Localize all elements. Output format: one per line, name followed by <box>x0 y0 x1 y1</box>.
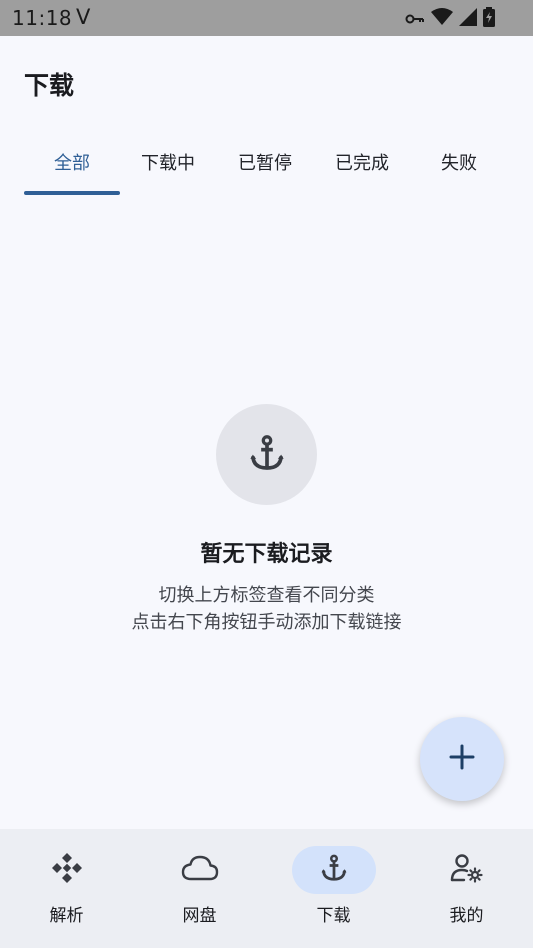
nav-label-download: 下载 <box>316 906 351 926</box>
empty-state-description-line1: 切换上方标签查看不同分类 <box>158 585 375 606</box>
empty-state-title: 暂无下载记录 <box>200 542 333 567</box>
nav-label-parse: 解析 <box>49 906 84 926</box>
status-bar: 11:18 V <box>0 0 533 36</box>
page-title: 下载 <box>24 71 75 100</box>
nav-item-profile[interactable]: 我的 <box>400 829 533 948</box>
tab-downloading[interactable]: 下载中 <box>120 140 216 190</box>
nav-item-cloud[interactable]: 网盘 <box>133 829 266 948</box>
bottom-navigation: 解析 网盘 下载 我的 <box>0 829 533 948</box>
tab-indicator <box>24 191 120 195</box>
nav-label-profile: 我的 <box>449 906 484 926</box>
battery-icon <box>483 7 495 31</box>
vpn-key-icon <box>405 10 425 29</box>
parse-icon <box>50 851 84 889</box>
nav-item-parse[interactable]: 解析 <box>0 829 133 948</box>
nav-item-download[interactable]: 下载 <box>267 829 400 948</box>
cloud-icon <box>181 854 219 886</box>
wifi-icon <box>431 8 453 30</box>
plus-icon <box>449 744 475 774</box>
anchor-icon <box>319 853 349 887</box>
signal-icon <box>459 8 477 30</box>
nav-label-cloud: 网盘 <box>182 906 217 926</box>
add-download-button[interactable] <box>420 717 504 801</box>
user-settings-icon <box>450 853 484 887</box>
empty-state-icon-circle <box>216 404 317 505</box>
status-time: 11:18 <box>12 6 73 30</box>
status-carrier: V <box>76 5 91 29</box>
status-icons <box>405 7 495 31</box>
tab-failed[interactable]: 失败 <box>411 140 507 190</box>
tab-paused[interactable]: 已暂停 <box>217 140 313 190</box>
empty-state-description-line2: 点击右下角按钮手动添加下载链接 <box>131 612 402 633</box>
tab-completed[interactable]: 已完成 <box>314 140 410 190</box>
tab-bar: 全部 下载中 已暂停 已完成 失败 <box>0 140 533 196</box>
anchor-icon <box>247 433 287 477</box>
tab-all[interactable]: 全部 <box>24 140 120 190</box>
